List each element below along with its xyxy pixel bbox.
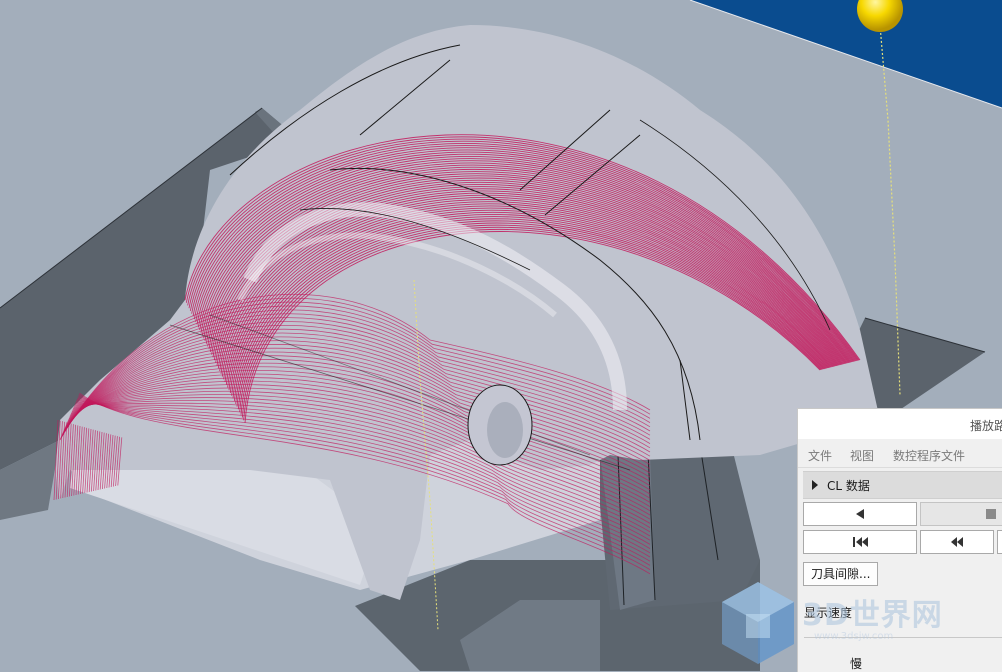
panel-title: 播放路 xyxy=(970,419,1002,433)
menu-view[interactable]: 视图 xyxy=(850,447,874,464)
panel-titlebar[interactable]: 播放路 xyxy=(798,409,1002,439)
play-reverse-icon xyxy=(856,509,864,519)
stop-icon xyxy=(986,509,996,519)
cl-data-section[interactable]: CL 数据 xyxy=(803,471,1002,499)
play-path-panel: 播放路 文件 视图 数控程序文件 CL 数据 刀具间隙... 显示速度 慢 xyxy=(797,408,1002,672)
skip-to-start-icon xyxy=(852,537,868,547)
menu-file[interactable]: 文件 xyxy=(808,447,832,464)
play-reverse-button[interactable] xyxy=(803,502,917,526)
slow-label: 慢 xyxy=(850,657,863,671)
tool-clearance-button[interactable]: 刀具间隙... xyxy=(803,562,879,586)
cl-data-label: CL 数据 xyxy=(827,479,870,493)
expand-arrow-icon xyxy=(812,480,818,490)
rewind-icon xyxy=(951,537,963,547)
panel-menubar: 文件 视图 数控程序文件 xyxy=(798,439,1002,468)
skip-to-start-button[interactable] xyxy=(803,530,917,554)
step-button[interactable] xyxy=(997,530,1002,554)
display-speed-label: 显示速度 xyxy=(804,606,853,620)
menu-nc-file[interactable]: 数控程序文件 xyxy=(893,447,965,464)
speed-slider[interactable] xyxy=(804,637,1002,638)
rewind-button[interactable] xyxy=(920,530,994,554)
stop-button[interactable] xyxy=(920,502,1002,526)
